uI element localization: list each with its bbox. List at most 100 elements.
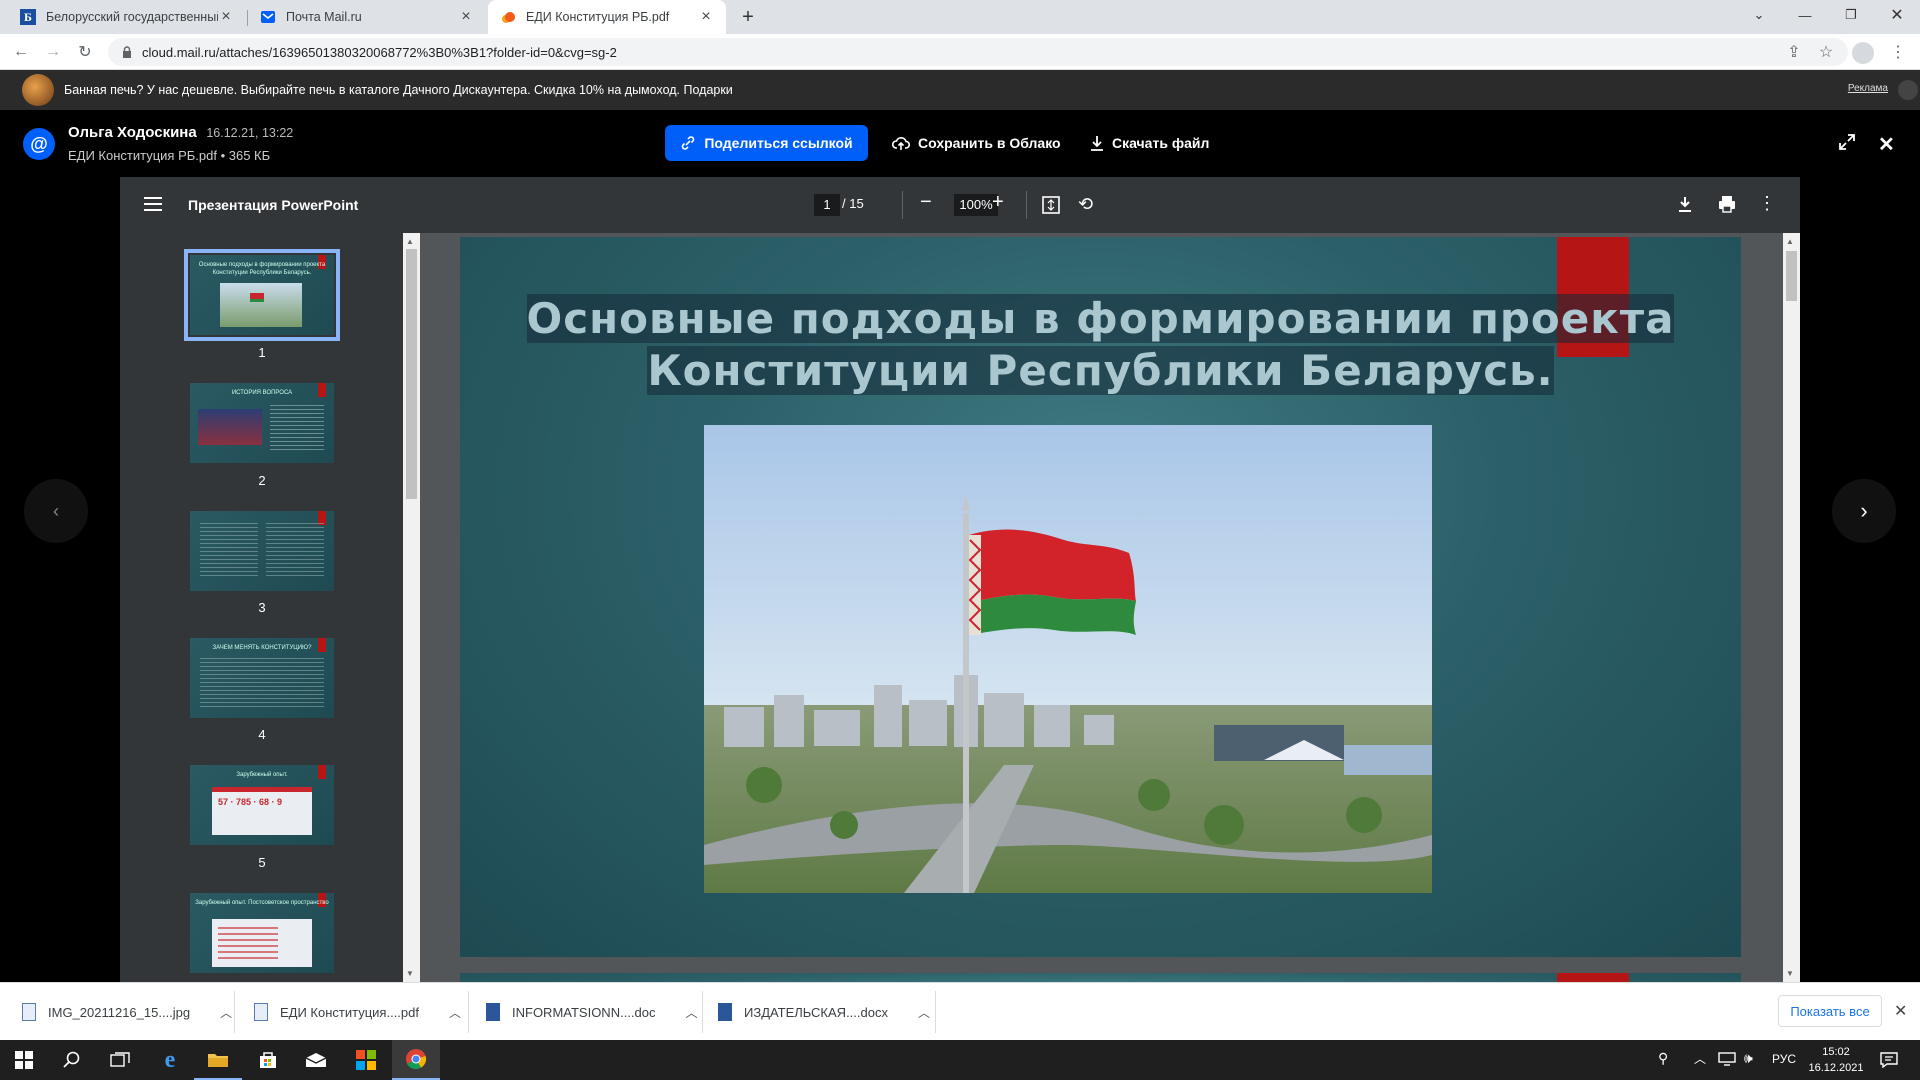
close-icon[interactable]: × xyxy=(218,8,234,26)
chevron-up-icon[interactable]: ︿ xyxy=(220,1004,232,1021)
pdf-more-icon[interactable]: ⋮ xyxy=(1758,193,1776,214)
zoom-out-icon[interactable]: − xyxy=(920,191,932,214)
download-icon xyxy=(1091,136,1103,151)
store-icon[interactable] xyxy=(244,1040,292,1080)
ad-label[interactable]: Реклама xyxy=(1848,83,1888,94)
thumbnail-caption: ЗАЧЕМ МЕНЯТЬ КОНСТИТУЦИЮ? xyxy=(212,645,312,651)
edge-browser-icon[interactable]: e xyxy=(146,1040,194,1080)
tab-pdf[interactable]: ЕДИ Конституция РБ.pdf × xyxy=(488,0,726,34)
rotate-icon[interactable]: ⟲ xyxy=(1078,194,1093,215)
clock[interactable]: 15:02 16.12.2021 xyxy=(1806,1044,1866,1076)
close-viewer-icon[interactable]: ✕ xyxy=(1878,132,1895,157)
pdf-download-icon[interactable] xyxy=(1678,196,1692,212)
slide-page-2 xyxy=(460,973,1741,982)
file-explorer-icon[interactable] xyxy=(194,1040,242,1080)
back-arrow-icon[interactable]: ← xyxy=(9,40,33,64)
address-bar[interactable]: cloud.mail.ru/attaches/16396501380320068… xyxy=(108,38,1848,66)
ad-text: Банная печь? У нас дешевле. Выбирайте пе… xyxy=(64,83,733,97)
start-windows-icon[interactable] xyxy=(0,1040,48,1080)
close-downloads-icon[interactable]: ✕ xyxy=(1894,1001,1907,1021)
ad-banner[interactable]: Банная печь? У нас дешевле. Выбирайте пе… xyxy=(0,70,1920,110)
sidebar-menu-icon[interactable] xyxy=(144,197,162,211)
slide-page-1: Основные подходы в формировании проекта … xyxy=(460,237,1741,957)
notifications-icon[interactable] xyxy=(1880,1052,1898,1068)
browser-menu-icon[interactable]: ⋮ xyxy=(1886,40,1910,64)
pdf-toolbar: Презентация PowerPoint 1 / 15 − 100% + ⟲… xyxy=(120,177,1800,233)
slide-photo-flag xyxy=(704,425,1432,893)
url-text: cloud.mail.ru/attaches/16396501380320068… xyxy=(142,44,617,60)
language-indicator[interactable]: РУС xyxy=(1772,1052,1796,1066)
volume-icon[interactable]: 🕪 xyxy=(1744,1050,1753,1067)
office-icon[interactable] xyxy=(342,1040,390,1080)
download-item-2[interactable]: ЕДИ Конституция....pdf ︿ xyxy=(254,983,461,1041)
thumbnail-3[interactable] xyxy=(190,511,334,591)
next-file-arrow-icon[interactable]: › xyxy=(1832,479,1896,543)
image-file-icon xyxy=(22,1003,36,1021)
mail-envelope-icon[interactable] xyxy=(292,1040,340,1080)
tab-title: ЕДИ Конституция РБ.pdf xyxy=(526,10,670,24)
sender-avatar-icon: @ xyxy=(23,128,55,160)
tray-chevron-up-icon[interactable]: ︿ xyxy=(1694,1050,1706,1067)
tab-title: Белорусский государственный xyxy=(46,10,218,24)
zoom-in-icon[interactable]: + xyxy=(992,191,1004,214)
download-item-1[interactable]: IMG_20211216_15....jpg ︿ xyxy=(22,983,232,1041)
share-link-button[interactable]: Поделиться ссылкой xyxy=(665,125,868,161)
profile-avatar-icon[interactable] xyxy=(1852,42,1874,64)
thumbnail-1[interactable]: Основные подходы в формировании проекта … xyxy=(184,249,340,341)
slide-title: Основные подходы в формировании проекта … xyxy=(460,293,1741,397)
share-link-label: Поделиться ссылкой xyxy=(704,135,853,151)
close-icon[interactable]: × xyxy=(698,8,714,26)
share-page-icon[interactable]: ⇪ xyxy=(1782,40,1806,64)
search-icon[interactable] xyxy=(48,1040,96,1080)
thumbnail-2[interactable]: ИСТОРИЯ ВОПРОСА xyxy=(190,383,334,463)
task-view-icon[interactable] xyxy=(96,1040,144,1080)
restore-icon[interactable]: ❐ xyxy=(1828,0,1874,30)
sidebar-scrollbar[interactable]: ▲ ▼ xyxy=(403,233,420,982)
fullscreen-icon[interactable] xyxy=(1838,133,1856,151)
cloud-upload-icon xyxy=(892,137,910,150)
show-all-button[interactable]: Показать все xyxy=(1778,995,1882,1027)
chevron-up-icon[interactable]: ︿ xyxy=(918,1004,930,1021)
thumbnail-6[interactable]: Зарубежный опыт. Постсоветское пространс… xyxy=(190,893,334,973)
slide-title-line1: Основные подходы в формировании проекта xyxy=(526,294,1675,343)
page-number-input[interactable]: 1 xyxy=(814,194,840,216)
thumbnail-caption: Зарубежный опыт. xyxy=(236,772,288,778)
page-scrollbar[interactable]: ▲ ▼ xyxy=(1783,233,1800,982)
tab-search-chevron-icon[interactable]: ⌄ xyxy=(1736,0,1782,30)
bookmark-star-icon[interactable]: ☆ xyxy=(1814,40,1838,64)
chrome-icon[interactable] xyxy=(392,1040,440,1080)
download-item-4[interactable]: ИЗДАТЕЛЬСКАЯ....docx ︿ xyxy=(718,983,930,1041)
tab-belarus-university[interactable]: Б Белорусский государственный × xyxy=(8,0,246,34)
forward-arrow-icon[interactable]: → xyxy=(41,40,65,64)
word-file-icon xyxy=(718,1003,732,1021)
chevron-up-icon[interactable]: ︿ xyxy=(449,1004,461,1021)
close-icon[interactable]: × xyxy=(458,8,474,26)
save-to-cloud-label: Сохранить в Облако xyxy=(918,135,1061,151)
chevron-up-icon[interactable]: ︿ xyxy=(686,1004,698,1021)
ad-more-icon[interactable] xyxy=(1898,80,1918,100)
network-icon[interactable] xyxy=(1718,1052,1736,1066)
reload-icon[interactable]: ↻ xyxy=(73,40,97,64)
download-name: ИЗДАТЕЛЬСКАЯ....docx xyxy=(744,1004,888,1020)
tab-strip: Б Белорусский государственный × Почта Ma… xyxy=(0,0,1920,34)
person-icon[interactable]: ⚲ xyxy=(1658,1050,1668,1067)
download-file-button[interactable]: Скачать файл xyxy=(1090,125,1209,161)
new-tab-plus-icon[interactable]: + xyxy=(736,5,760,29)
print-icon[interactable] xyxy=(1718,195,1736,213)
thumbnail-number: 5 xyxy=(258,855,266,870)
window-close-icon[interactable]: ✕ xyxy=(1874,0,1920,30)
thumbnail-sidebar: Основные подходы в формировании проекта … xyxy=(120,233,420,982)
fit-page-icon[interactable] xyxy=(1042,196,1060,214)
b-favicon-icon: Б xyxy=(20,9,36,25)
thumbnail-4[interactable]: ЗАЧЕМ МЕНЯТЬ КОНСТИТУЦИЮ? xyxy=(190,638,334,718)
thumbnail-5[interactable]: Зарубежный опыт. 57 · 785 · 68 · 9 xyxy=(190,765,334,845)
downloads-bar: IMG_20211216_15....jpg ︿ ЕДИ Конституция… xyxy=(0,982,1920,1040)
tab-mail[interactable]: Почта Mail.ru × xyxy=(248,0,486,34)
clock-time: 15:02 xyxy=(1822,1046,1850,1058)
save-to-cloud-button[interactable]: Сохранить в Облако xyxy=(892,125,1061,161)
pdf-file-icon xyxy=(254,1003,268,1021)
minimize-icon[interactable]: — xyxy=(1782,0,1828,30)
prev-file-arrow-icon[interactable]: ‹ xyxy=(24,479,88,543)
download-item-3[interactable]: INFORMATSIONN....doc ︿ xyxy=(486,983,698,1041)
thumbnail-number: 1 xyxy=(258,345,266,360)
